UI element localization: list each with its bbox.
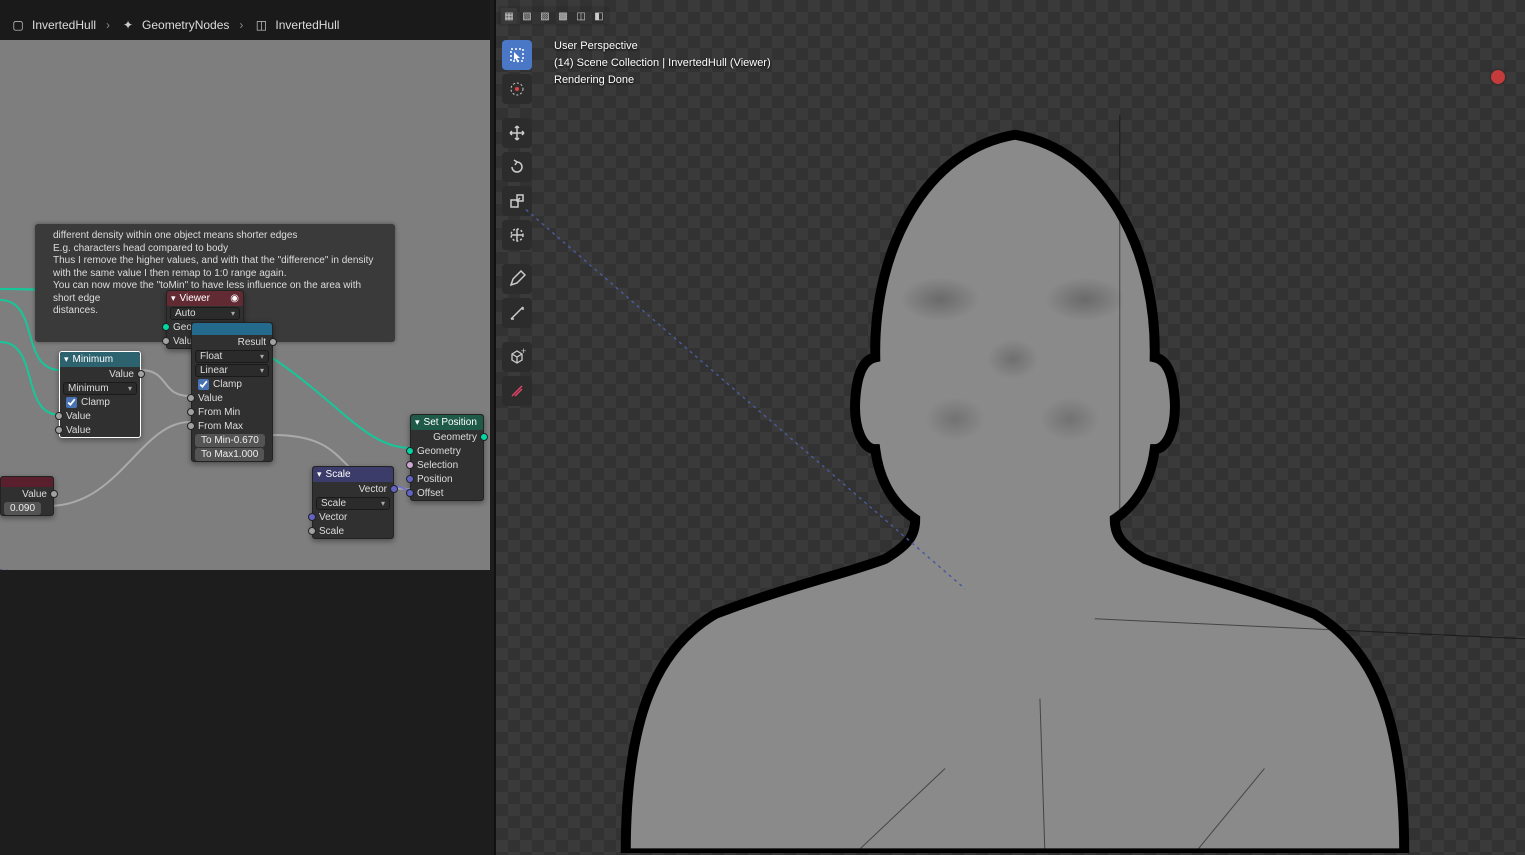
clamp-checkbox[interactable]: Clamp (66, 397, 110, 408)
collapse-icon: ▾ (415, 417, 420, 428)
nodegroup-icon: ◫ (253, 17, 269, 33)
tool-scale[interactable] (502, 186, 532, 216)
viewer-datatype-dropdown[interactable]: Auto▾ (170, 307, 240, 320)
object-icon: ▢ (10, 17, 26, 33)
tool-rotate[interactable] (502, 152, 532, 182)
viewport-perspective: User Perspective (554, 38, 771, 55)
orientation-cursor-icon[interactable]: ◧ (591, 8, 607, 24)
tool-measure[interactable] (502, 298, 532, 328)
socket-label: Offset (417, 488, 444, 499)
tool-shear[interactable] (502, 376, 532, 406)
node-title: Set Position (424, 417, 477, 428)
collapse-icon: ▾ (317, 469, 322, 480)
svg-text:+: + (521, 348, 526, 356)
socket-label: Value (22, 489, 47, 500)
socket-label: Selection (417, 460, 458, 471)
viewport-info: User Perspective (14) Scene Collection |… (554, 38, 771, 89)
node-value-small[interactable]: Value 0.090 (0, 476, 54, 516)
viewport-mesh (496, 0, 1525, 853)
tool-add-cube[interactable]: + (502, 342, 532, 372)
tool-select-box[interactable] (502, 40, 532, 70)
record-indicator-icon (1491, 70, 1505, 84)
breadcrumb-label: InvertedHull (275, 18, 339, 32)
node-canvas[interactable]: different density within one object mean… (0, 40, 490, 570)
transform-orientation-icons: ▦ ▧ ▨ ▩ ◫ ◧ (498, 6, 610, 26)
orientation-gimbal-icon[interactable]: ▩ (555, 8, 571, 24)
socket-label: Value (66, 411, 91, 422)
node-map-range[interactable]: Result Float▾ Linear▾ Clamp (191, 322, 273, 462)
viewport-3d[interactable]: ▦ ▧ ▨ ▩ ◫ ◧ User Perspective (14) Scene … (494, 0, 1525, 855)
maprange-type-dropdown[interactable]: Float▾ (195, 350, 269, 363)
socket-label: Value (198, 393, 223, 404)
chevron-right-icon: › (102, 18, 114, 32)
breadcrumb-item-nodegroup[interactable]: ◫ InvertedHull (253, 17, 339, 33)
value-field[interactable]: 0.090 (4, 502, 41, 515)
socket-label: Vector (319, 512, 347, 523)
socket-label: Vector (359, 484, 387, 495)
maprange-interp-dropdown[interactable]: Linear▾ (195, 364, 269, 377)
orientation-normal-icon[interactable]: ▨ (537, 8, 553, 24)
node-editor-footer-area (0, 570, 490, 855)
socket-label: Value (66, 425, 91, 436)
node-title: Minimum (73, 354, 114, 365)
node-vector-scale[interactable]: ▾ Scale Vector Scale▾ Vector (312, 466, 394, 539)
orientation-local-icon[interactable]: ▧ (519, 8, 535, 24)
frame-line: different density within one object mean… (53, 230, 377, 243)
socket-label: Scale (319, 526, 344, 537)
collapse-icon: ▾ (64, 354, 69, 365)
socket-label: Value (109, 369, 134, 380)
math-op-dropdown[interactable]: Minimum▾ (63, 382, 137, 395)
tool-palette: + (502, 40, 532, 406)
frame-line: Thus I remove the higher values, and wit… (53, 255, 377, 268)
viewport-status: Rendering Done (554, 72, 771, 89)
chevron-right-icon: › (235, 18, 247, 32)
breadcrumb-label: InvertedHull (32, 18, 96, 32)
clamp-checkbox[interactable]: Clamp (198, 379, 242, 390)
breadcrumb-item-object[interactable]: ▢ InvertedHull (10, 17, 96, 33)
vecmath-op-dropdown[interactable]: Scale▾ (316, 497, 390, 510)
socket-label: Result (238, 337, 266, 348)
breadcrumb-label: GeometryNodes (142, 18, 229, 32)
viewer-eye-icon[interactable]: ◉ (230, 293, 239, 304)
to-min-field[interactable]: To Min -0.670 (195, 434, 265, 447)
frame-line: with the same value I then remap to 1:0 … (53, 268, 377, 281)
socket-label: Geometry (417, 446, 461, 457)
tool-annotate[interactable] (502, 264, 532, 294)
breadcrumb-item-modifier[interactable]: ✦ GeometryNodes (120, 17, 229, 33)
socket-label: From Max (198, 421, 243, 432)
node-set-position[interactable]: ▾ Set Position Geometry Geometry Selecti… (410, 414, 484, 501)
frame-line: E.g. characters head compared to body (53, 243, 377, 256)
breadcrumb: ▢ InvertedHull › ✦ GeometryNodes › ◫ Inv… (0, 15, 339, 35)
tool-cursor[interactable] (502, 74, 532, 104)
node-editor-area: ▢ InvertedHull › ✦ GeometryNodes › ◫ Inv… (0, 0, 490, 855)
viewport-collection: (14) Scene Collection | InvertedHull (Vi… (554, 55, 771, 72)
orientation-view-icon[interactable]: ◫ (573, 8, 589, 24)
socket-label: Position (417, 474, 453, 485)
node-title: Scale (326, 469, 351, 480)
collapse-icon: ▾ (171, 293, 176, 304)
socket-label: Geometry (433, 432, 477, 443)
tool-move[interactable] (502, 118, 532, 148)
node-minimum[interactable]: ▾ Minimum Value Minimum▾ Clamp (59, 351, 141, 438)
orientation-global-icon[interactable]: ▦ (501, 8, 517, 24)
socket-label: From Min (198, 407, 240, 418)
modifier-icon: ✦ (120, 17, 136, 33)
to-max-field[interactable]: To Max 1.000 (195, 448, 264, 461)
tool-transform[interactable] (502, 220, 532, 250)
node-title: Viewer (180, 293, 210, 304)
